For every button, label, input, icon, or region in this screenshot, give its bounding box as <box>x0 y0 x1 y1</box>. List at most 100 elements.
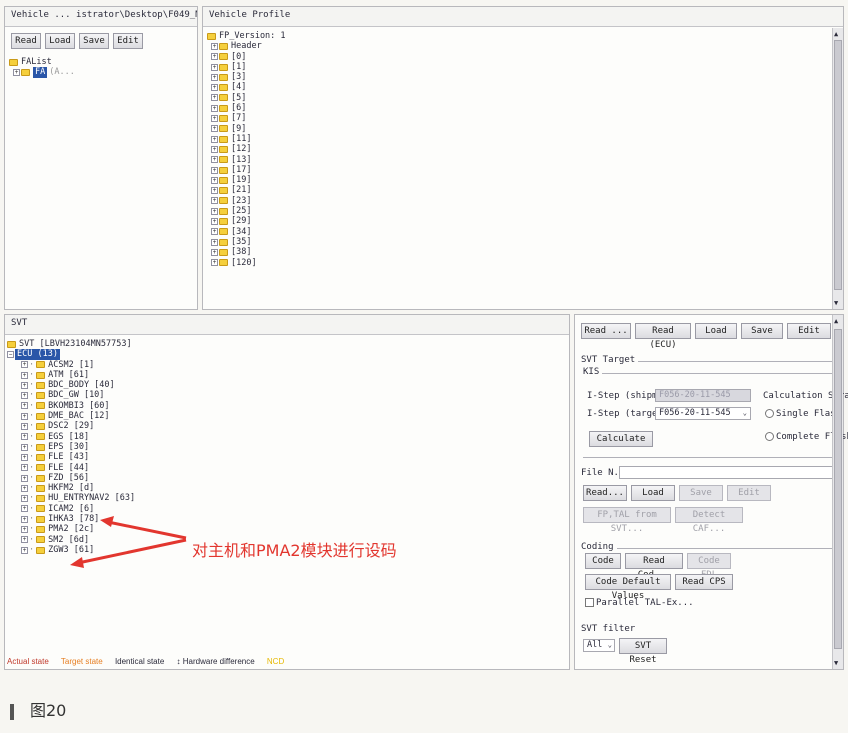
expand-icon[interactable]: + <box>21 423 28 431</box>
vehicle-edit-button[interactable]: Edit <box>113 33 143 49</box>
expand-icon[interactable]: + <box>211 238 218 246</box>
expand-icon[interactable]: + <box>211 248 218 256</box>
tree-node-ecu[interactable]: − ECU (13) <box>7 349 135 360</box>
expand-icon[interactable]: + <box>211 156 218 164</box>
tree-node-ecu-module[interactable]: + · FLE [44] <box>7 463 135 473</box>
tree-node-profile-item[interactable]: + [23] <box>207 196 286 206</box>
expand-icon[interactable]: + <box>211 84 218 92</box>
expand-icon[interactable]: + <box>211 197 218 205</box>
tree-node-svt-root[interactable]: SVT [LBVH23104MN57753] <box>7 339 135 349</box>
expand-icon[interactable]: + <box>211 42 218 50</box>
file-save-button[interactable]: Save <box>679 485 723 501</box>
tree-node-ecu-module[interactable]: + · ZGW3 [61] <box>7 545 135 555</box>
tree-node-ecu-module[interactable]: + · ACSM2 [1] <box>7 360 135 370</box>
file-edit-button[interactable]: Edit <box>727 485 771 501</box>
tree-node-ecu-module[interactable]: + · BKOMBI3 [60] <box>7 401 135 411</box>
tree-node-ecu-module[interactable]: + · FZD [56] <box>7 473 135 483</box>
expand-icon[interactable]: + <box>21 536 28 544</box>
expand-icon[interactable]: + <box>21 464 28 472</box>
expand-icon[interactable]: + <box>21 505 28 513</box>
tree-node-profile-item[interactable]: + [7] <box>207 113 286 123</box>
expand-icon[interactable]: + <box>21 402 28 410</box>
detect-caf-button[interactable]: Detect CAF... <box>675 507 743 534</box>
tree-node-profile-item[interactable]: + [0] <box>207 52 286 62</box>
read-cps-button[interactable]: Read CPS <box>675 574 733 590</box>
expand-icon[interactable]: + <box>21 392 28 400</box>
tree-node-profile-item[interactable]: + [3] <box>207 72 286 82</box>
expand-icon[interactable]: + <box>211 135 218 143</box>
tree-node-ecu-module[interactable]: + · ATM [61] <box>7 370 135 380</box>
tree-node-ecu-module[interactable]: + · HU_ENTRYNAV2 [63] <box>7 493 135 503</box>
tree-node-profile-item[interactable]: + [29] <box>207 216 286 226</box>
tree-node-ecu-module[interactable]: + · SM2 [6d] <box>7 535 135 545</box>
read-ecu-button[interactable]: Read (ECU) <box>635 323 691 350</box>
scroll-thumb[interactable] <box>834 40 842 290</box>
tree-node-ecu-module[interactable]: + · FLE [43] <box>7 452 135 462</box>
tree-node-profile-item[interactable]: + [13] <box>207 155 286 165</box>
tree-node-ecu-module[interactable]: + · IHKA3 [78] <box>7 514 135 524</box>
tree-node-fp-version[interactable]: FP_Version: 1 <box>207 31 286 41</box>
tree-node-ecu-module[interactable]: + · ICAM2 [6] <box>7 504 135 514</box>
code-default-values-button[interactable]: Code Default Values <box>585 574 671 601</box>
scroll-up-icon[interactable]: ▲ <box>834 30 838 38</box>
tree-node-profile-item[interactable]: + [19] <box>207 175 286 185</box>
parallel-tal-checkbox[interactable]: Parallel TAL-Ex... <box>585 598 694 608</box>
expand-icon[interactable]: + <box>211 217 218 225</box>
expand-icon[interactable]: + <box>211 228 218 236</box>
tree-node-ecu-module[interactable]: + · DME_BAC [12] <box>7 411 135 421</box>
istep-target-select[interactable]: F056-20-11-545 ⌄ <box>655 407 751 420</box>
vehicle-read-button[interactable]: Read <box>11 33 41 49</box>
code-button[interactable]: Code <box>585 553 621 569</box>
expand-icon[interactable]: + <box>211 187 218 195</box>
scroll-down-icon[interactable]: ▼ <box>834 659 838 667</box>
expand-icon[interactable]: + <box>211 115 218 123</box>
expand-icon[interactable]: + <box>211 94 218 102</box>
edit-button[interactable]: Edit <box>787 323 831 339</box>
expand-icon[interactable]: + <box>211 166 218 174</box>
expand-icon[interactable]: + <box>21 474 28 482</box>
tree-node-ecu-module[interactable]: + · BDC_GW [10] <box>7 390 135 400</box>
svt-reset-button[interactable]: SVT Reset <box>619 638 667 665</box>
expand-icon[interactable]: + <box>211 63 218 71</box>
expand-icon[interactable]: + <box>21 495 28 503</box>
tree-node-falist[interactable]: FAList <box>9 57 75 67</box>
tree-node-profile-item[interactable]: + [4] <box>207 82 286 92</box>
read-svt-button[interactable]: Read ... <box>581 323 631 339</box>
control-scrollbar[interactable]: ▲ ▼ <box>832 315 843 669</box>
expand-icon[interactable]: + <box>21 443 28 451</box>
tree-node-profile-item[interactable]: + [6] <box>207 103 286 113</box>
tree-node-profile-item[interactable]: + [38] <box>207 247 286 257</box>
chevron-down-icon[interactable]: ⌄ <box>743 408 747 419</box>
tree-node-profile-item[interactable]: + [34] <box>207 227 286 237</box>
tree-node-ecu-module[interactable]: + · EPS [30] <box>7 442 135 452</box>
expand-icon[interactable]: + <box>211 125 218 133</box>
expand-icon[interactable]: + <box>21 361 28 369</box>
calculate-button[interactable]: Calculate <box>589 431 653 447</box>
tree-node-profile-item[interactable]: + [11] <box>207 134 286 144</box>
expand-icon[interactable]: + <box>211 207 218 215</box>
scroll-down-icon[interactable]: ▼ <box>834 299 838 307</box>
expand-icon[interactable]: + <box>211 73 218 81</box>
expand-icon[interactable]: + <box>211 176 218 184</box>
tree-node-profile-item[interactable]: + [21] <box>207 185 286 195</box>
tree-node-profile-item[interactable]: + [1] <box>207 62 286 72</box>
file-read-button[interactable]: Read... <box>583 485 627 501</box>
load-button[interactable]: Load <box>695 323 737 339</box>
tree-node-profile-item[interactable]: + [25] <box>207 206 286 216</box>
expand-icon[interactable]: + <box>21 433 28 441</box>
expand-icon[interactable]: + <box>211 104 218 112</box>
fp-tal-from-svt-button[interactable]: FP,TAL from SVT... <box>583 507 671 534</box>
tree-node-ecu-module[interactable]: + · BDC_BODY [40] <box>7 380 135 390</box>
tree-node-profile-item[interactable]: + [9] <box>207 124 286 134</box>
expand-icon[interactable]: + <box>211 53 218 61</box>
tree-node-profile-item[interactable]: + [17] <box>207 165 286 175</box>
vehicle-load-button[interactable]: Load <box>45 33 75 49</box>
expand-icon[interactable]: + <box>21 412 28 420</box>
tree-node-fa[interactable]: + FA (A... <box>9 67 75 78</box>
file-load-button[interactable]: Load <box>631 485 675 501</box>
chevron-down-icon[interactable]: ⌄ <box>608 640 612 651</box>
expand-icon[interactable]: + <box>21 371 28 379</box>
expand-icon[interactable]: + <box>21 381 28 389</box>
expand-icon[interactable]: + <box>21 546 28 554</box>
tree-node-ecu-module[interactable]: + · EGS [18] <box>7 432 135 442</box>
